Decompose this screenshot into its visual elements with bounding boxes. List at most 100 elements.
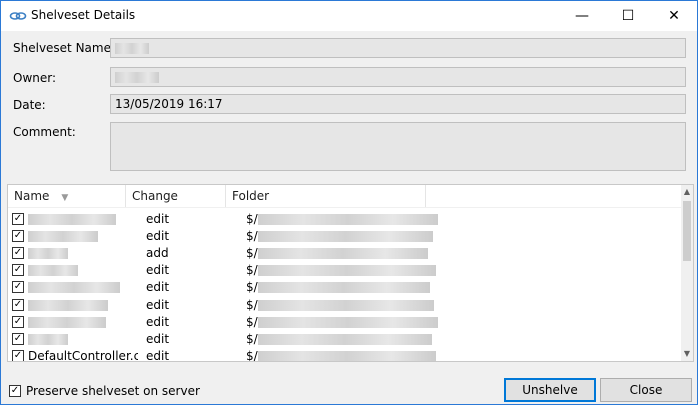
change-type-cell: add bbox=[146, 245, 169, 260]
date-field[interactable]: 13/05/2019 16:17 bbox=[110, 94, 686, 114]
redacted-value bbox=[257, 213, 438, 225]
redacted-value bbox=[28, 333, 68, 345]
redacted-value bbox=[257, 299, 434, 311]
change-type-cell: edit bbox=[146, 280, 170, 295]
minimize-icon: — bbox=[575, 8, 589, 24]
change-type-cell: edit bbox=[146, 331, 170, 346]
table-row[interactable]: ✓ edit $/ bbox=[8, 279, 683, 296]
row-checkbox[interactable]: ✓ bbox=[12, 264, 24, 277]
folder-path: $/ bbox=[246, 314, 258, 329]
table-row[interactable]: ✓ DefaultController.cs edit $/ bbox=[8, 348, 683, 362]
row-checkbox[interactable]: ✓ bbox=[12, 281, 24, 294]
table-row[interactable]: ✓ add $/ bbox=[8, 244, 683, 261]
date-label: Date: bbox=[13, 98, 46, 112]
folder-cell: $/ bbox=[240, 315, 540, 329]
folder-path: $/ bbox=[246, 211, 258, 226]
title-bar[interactable]: Shelveset Details — ☐ ✕ bbox=[1, 1, 697, 31]
shelveset-name-field[interactable] bbox=[110, 38, 686, 58]
folder-path: $/ bbox=[246, 331, 258, 346]
table-row[interactable]: ✓ edit $/ bbox=[8, 313, 683, 330]
table-row[interactable]: ✓ edit $/ bbox=[8, 210, 683, 227]
column-header-name[interactable]: Name ▼ bbox=[8, 185, 126, 207]
minimize-button[interactable]: — bbox=[559, 1, 605, 31]
folder-path: $/ bbox=[246, 280, 258, 295]
column-header-folder[interactable]: Folder bbox=[226, 185, 426, 207]
list-header: Name ▼ Change Folder bbox=[8, 185, 683, 208]
sort-descending-icon: ▼ bbox=[61, 193, 69, 203]
redacted-value bbox=[28, 299, 108, 311]
row-checkbox[interactable]: ✓ bbox=[12, 332, 24, 345]
maximize-button[interactable]: ☐ bbox=[605, 1, 651, 31]
folder-cell: $/ bbox=[240, 280, 540, 294]
table-row[interactable]: ✓ edit $/ bbox=[8, 262, 683, 279]
redacted-value bbox=[28, 316, 106, 328]
vertical-scrollbar[interactable]: ▲ ▼ bbox=[681, 185, 693, 361]
comment-label: Comment: bbox=[13, 125, 76, 139]
row-checkbox[interactable]: ✓ bbox=[12, 350, 24, 361]
redacted-value bbox=[257, 230, 433, 242]
redacted-value bbox=[257, 282, 430, 294]
owner-label: Owner: bbox=[13, 71, 57, 85]
file-name-cell bbox=[28, 298, 138, 312]
folder-cell: $/ bbox=[240, 212, 540, 226]
shelveset-details-window: Shelveset Details — ☐ ✕ Shelveset Name: … bbox=[0, 0, 698, 405]
table-row[interactable]: ✓ edit $/ bbox=[8, 330, 683, 347]
comment-field[interactable] bbox=[110, 122, 686, 171]
redacted-value bbox=[257, 333, 432, 345]
window-title: Shelveset Details bbox=[31, 8, 136, 22]
redacted-value bbox=[28, 265, 78, 277]
row-checkbox[interactable]: ✓ bbox=[12, 246, 24, 259]
redacted-value bbox=[257, 265, 436, 277]
maximize-icon: ☐ bbox=[621, 8, 635, 24]
row-checkbox[interactable]: ✓ bbox=[12, 315, 24, 328]
unshelve-button[interactable]: Unshelve bbox=[504, 378, 596, 402]
redacted-value bbox=[257, 247, 428, 259]
preserve-label: Preserve shelveset on server bbox=[26, 384, 200, 398]
file-name-cell bbox=[28, 315, 138, 329]
scroll-down-icon[interactable]: ▼ bbox=[681, 347, 693, 361]
close-icon: ✕ bbox=[668, 8, 680, 24]
folder-cell: $/ bbox=[240, 246, 540, 260]
close-button[interactable]: Close bbox=[600, 378, 692, 402]
redacted-value bbox=[28, 282, 120, 294]
row-checkbox[interactable]: ✓ bbox=[12, 229, 24, 242]
redacted-value bbox=[115, 43, 149, 54]
change-type-cell: edit bbox=[146, 349, 170, 362]
folder-path: $/ bbox=[246, 263, 258, 278]
shelveset-icon bbox=[9, 12, 27, 20]
owner-field[interactable] bbox=[110, 67, 686, 87]
change-type-cell: edit bbox=[146, 297, 170, 312]
row-checkbox[interactable]: ✓ bbox=[12, 298, 24, 311]
table-row[interactable]: ✓ edit $/ bbox=[8, 227, 683, 244]
preserve-shelveset-option[interactable]: ✓ Preserve shelveset on server bbox=[9, 384, 200, 398]
shelveset-name-label: Shelveset Name: bbox=[13, 41, 116, 55]
folder-cell: $/ bbox=[240, 332, 540, 346]
file-name-cell bbox=[28, 332, 138, 346]
folder-cell: $/ bbox=[240, 229, 540, 243]
file-name-cell bbox=[28, 229, 138, 243]
folder-path: $/ bbox=[246, 245, 258, 260]
file-name-cell bbox=[28, 212, 138, 226]
change-type-cell: edit bbox=[146, 314, 170, 329]
file-name-cell bbox=[28, 246, 138, 260]
redacted-value bbox=[28, 247, 68, 259]
row-checkbox[interactable]: ✓ bbox=[12, 212, 24, 225]
folder-path: $/ bbox=[246, 297, 258, 312]
folder-cell: $/ bbox=[240, 298, 540, 312]
redacted-value bbox=[28, 230, 98, 242]
table-row[interactable]: ✓ edit $/ bbox=[8, 296, 683, 313]
close-window-button[interactable]: ✕ bbox=[651, 1, 697, 31]
scroll-thumb[interactable] bbox=[683, 201, 691, 261]
column-header-change[interactable]: Change bbox=[126, 185, 226, 207]
pending-changes-list[interactable]: Name ▼ Change Folder ✓ edit $/ ✓ edit $/ ✓ add $/… bbox=[7, 184, 694, 362]
change-type-cell: edit bbox=[146, 211, 170, 226]
folder-cell: $/ bbox=[240, 263, 540, 277]
redacted-value bbox=[28, 213, 116, 225]
scroll-up-icon[interactable]: ▲ bbox=[681, 185, 693, 199]
change-type-cell: edit bbox=[146, 228, 170, 243]
redacted-value bbox=[257, 316, 438, 328]
file-name-cell bbox=[28, 263, 138, 277]
folder-path: $/ bbox=[246, 228, 258, 243]
preserve-checkbox[interactable]: ✓ bbox=[9, 385, 21, 397]
file-name-cell: DefaultController.cs bbox=[28, 349, 138, 362]
